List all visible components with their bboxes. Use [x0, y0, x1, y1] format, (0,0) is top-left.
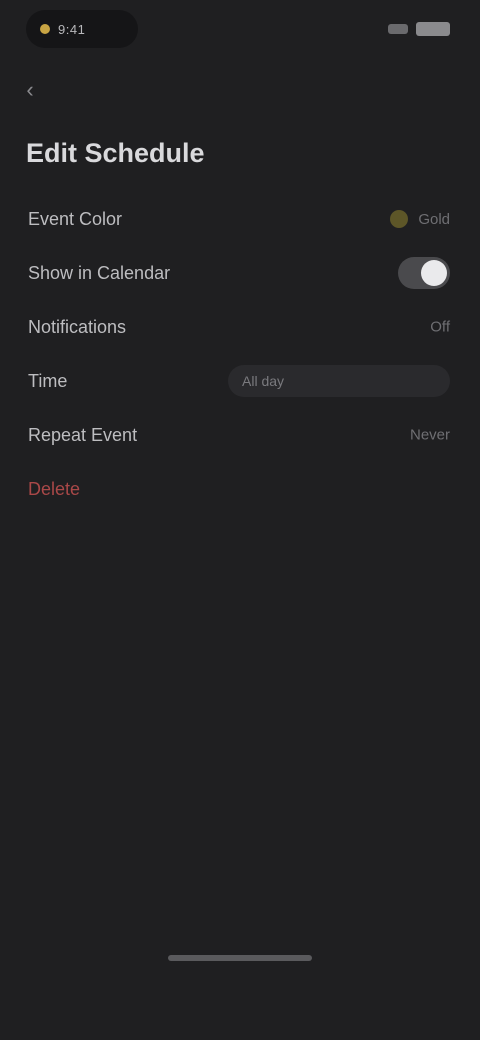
row-event-color[interactable]: Event Color Gold — [0, 192, 480, 246]
row-value: Gold — [418, 210, 450, 228]
settings-list: Event Color Gold Show in Calendar Notifi… — [0, 192, 480, 516]
row-value: Off — [430, 318, 450, 336]
row-value: Never — [409, 426, 450, 444]
toggle-switch[interactable] — [398, 257, 450, 289]
status-bar: 9:41 — [0, 0, 480, 60]
page-title: Edit Schedule — [26, 138, 205, 168]
toggle-knob — [421, 260, 447, 286]
status-indicators — [388, 22, 450, 36]
home-indicator[interactable] — [168, 955, 312, 961]
row-label: Show in Calendar — [28, 262, 171, 283]
row-label: Repeat Event — [28, 424, 138, 445]
row-notifications[interactable]: Notifications Off — [0, 300, 480, 354]
chevron-left-icon: ‹ — [26, 77, 34, 102]
time-select[interactable]: All day — [228, 365, 450, 397]
row-label: Notifications — [28, 316, 127, 337]
delete-label: Delete — [28, 478, 81, 499]
row-time: Time All day — [0, 354, 480, 408]
row-label: Time — [28, 370, 68, 391]
row-trailing: Off — [430, 319, 450, 336]
row-repeat-event[interactable]: Repeat Event Never — [0, 408, 480, 462]
row-trailing: Gold — [390, 210, 450, 228]
signal-icon — [388, 24, 408, 34]
status-pill: 9:41 — [26, 10, 138, 48]
row-trailing — [398, 257, 450, 289]
back-button[interactable]: ‹ — [16, 76, 44, 104]
row-trailing: All day — [228, 365, 450, 397]
delete-button[interactable]: Delete — [0, 462, 480, 516]
recording-dot-icon — [40, 24, 50, 34]
row-trailing: Never — [410, 427, 450, 444]
status-time: 9:41 — [58, 21, 86, 37]
battery-icon — [416, 22, 450, 36]
select-value: All day — [242, 373, 285, 389]
row-label: Event Color — [28, 208, 123, 229]
color-swatch-icon — [390, 210, 409, 228]
row-show-in-calendar: Show in Calendar — [0, 246, 480, 300]
